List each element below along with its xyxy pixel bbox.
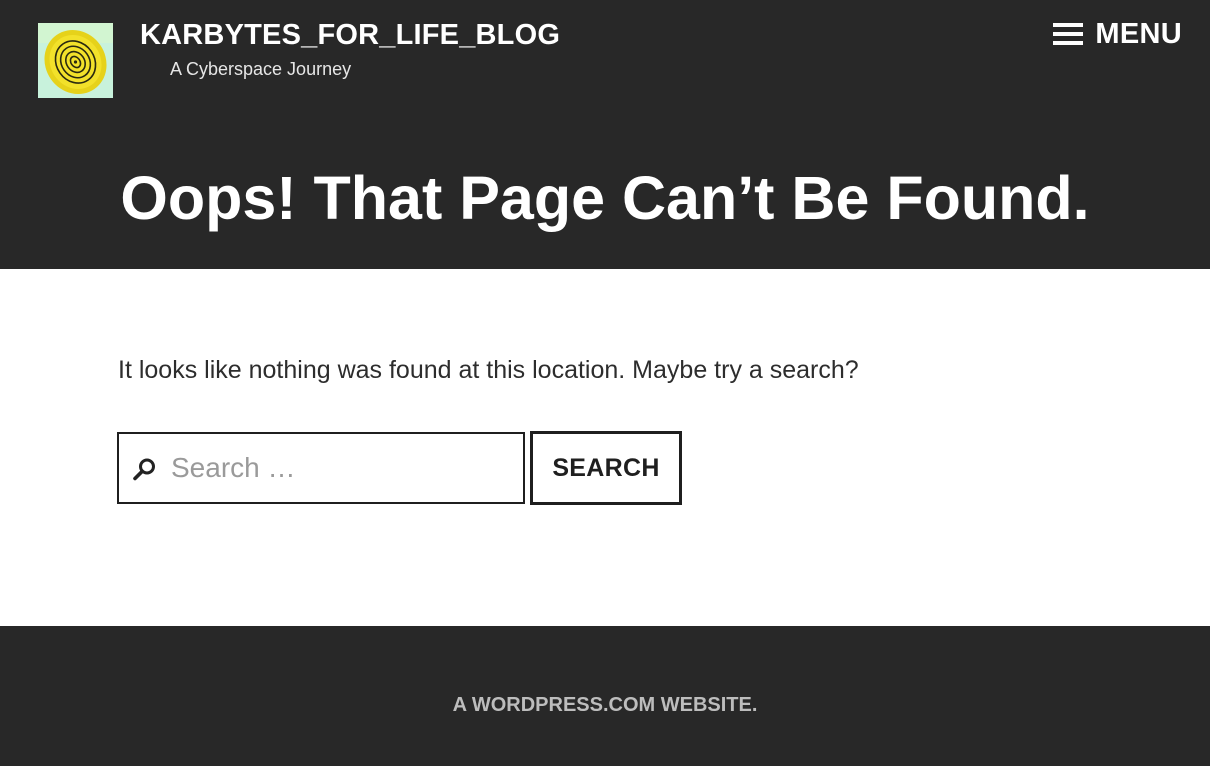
site-tagline: A Cyberspace Journey [170, 59, 352, 79]
site-header: KARBYTES_FOR_LIFE_BLOG A Cyberspace Jour… [0, 0, 1210, 269]
search-button[interactable]: SEARCH [530, 431, 682, 505]
footer-credit: A WORDPRESS.COM WEBSITE. [0, 690, 1210, 720]
search-icon [133, 458, 155, 481]
spiral-logo-icon[interactable] [38, 23, 113, 98]
search-field-container [117, 432, 525, 504]
wordpress-credit-link[interactable]: A WORDPRESS.COM WEBSITE. [453, 694, 758, 716]
menu-button[interactable]: MENU [1053, 14, 1182, 54]
not-found-message: It looks like nothing was found at this … [118, 356, 859, 384]
menu-label: MENU [1095, 18, 1182, 50]
site-title[interactable]: KARBYTES_FOR_LIFE_BLOG [140, 17, 560, 53]
hamburger-menu-icon [1053, 23, 1084, 45]
page-title: Oops! That Page Can’t Be Found. [120, 164, 1090, 232]
search-input[interactable] [171, 434, 516, 502]
